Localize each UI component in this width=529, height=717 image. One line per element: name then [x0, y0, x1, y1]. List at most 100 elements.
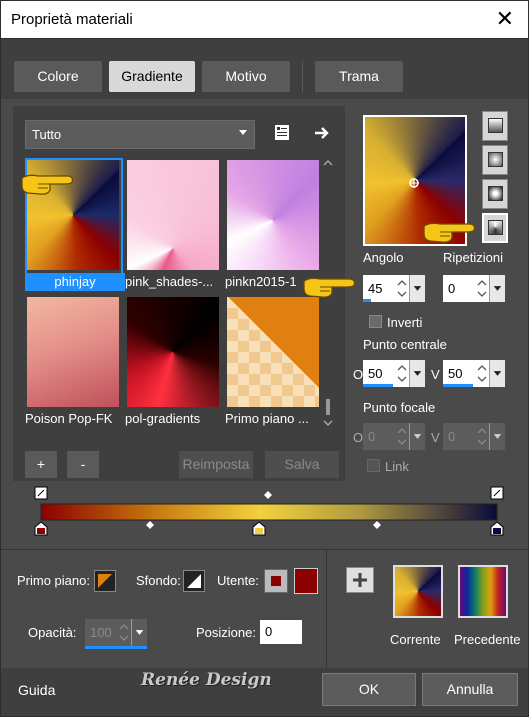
- color-midpoint-left[interactable]: [146, 521, 154, 529]
- caret-down-icon[interactable]: [131, 619, 147, 646]
- gradient-thumb-primo-piano[interactable]: Primo piano ...: [225, 295, 321, 426]
- spin-arrows-icon[interactable]: [475, 423, 489, 450]
- pointing-hand-icon: [423, 222, 476, 243]
- color-midpoint-right[interactable]: [373, 521, 381, 529]
- gradient-preview: [227, 160, 319, 270]
- invert-label: Inverti: [387, 315, 423, 330]
- opacity-value: 100: [90, 625, 112, 640]
- gradient-thumb-poison-pop[interactable]: Poison Pop-FK: [25, 295, 121, 426]
- tab-colore[interactable]: Colore: [14, 61, 102, 92]
- previous-gradient-swatch[interactable]: [458, 565, 508, 618]
- spin-arrows-icon[interactable]: [395, 423, 409, 450]
- user-color-button[interactable]: [264, 569, 288, 593]
- category-dropdown[interactable]: Tutto: [25, 120, 255, 149]
- linear-style-button[interactable]: [482, 111, 508, 141]
- tab-gradiente[interactable]: Gradiente: [109, 61, 195, 92]
- thumb-label: pink_shades-...: [125, 274, 214, 289]
- color-stop-navy[interactable]: [490, 521, 504, 536]
- caret-down-icon[interactable]: [489, 275, 505, 302]
- ok-button[interactable]: OK: [322, 673, 416, 706]
- help-link[interactable]: Guida: [18, 682, 55, 698]
- center-h-spinner[interactable]: 50: [363, 360, 425, 387]
- position-label: Posizione:: [196, 625, 256, 640]
- chevron-down-icon: [239, 130, 247, 135]
- current-gradient-swatch[interactable]: [393, 565, 443, 618]
- cancel-button[interactable]: Annulla: [422, 673, 518, 706]
- thumb-label: pol-gradients: [125, 411, 201, 426]
- color-stop-gold[interactable]: [252, 521, 266, 536]
- position-input[interactable]: 0: [260, 620, 302, 644]
- center-v-spinner[interactable]: 50: [443, 360, 505, 387]
- background-swatch[interactable]: [183, 570, 205, 592]
- link-label: Link: [385, 459, 409, 474]
- save-button[interactable]: Salva: [265, 451, 339, 478]
- spin-arrows-icon[interactable]: [475, 360, 489, 387]
- caret-down-icon[interactable]: [409, 423, 425, 450]
- background-label: Sfondo:: [136, 573, 181, 588]
- tab-trama[interactable]: Trama: [315, 61, 403, 92]
- gradient-preview: [27, 297, 119, 407]
- gradient-thumb-pol-gradients[interactable]: pol-gradients: [125, 295, 221, 426]
- position-value: 0: [265, 624, 273, 639]
- title-bar: Proprietà materiali ✕: [0, 0, 529, 38]
- divider: [326, 550, 327, 668]
- arrow-right-icon[interactable]: [312, 123, 332, 143]
- caret-down-icon[interactable]: [409, 275, 425, 302]
- foreground-swatch[interactable]: [94, 570, 116, 592]
- gradient-preview: [227, 297, 319, 407]
- transparency-stop-left[interactable]: [34, 486, 48, 500]
- close-icon[interactable]: ✕: [496, 7, 514, 32]
- caret-down-icon[interactable]: [489, 360, 505, 387]
- invert-checkbox[interactable]: [369, 315, 382, 328]
- gradient-thumb-pink-shades[interactable]: pink_shades-...: [125, 158, 221, 289]
- spin-arrows-icon[interactable]: [395, 360, 409, 387]
- tab-divider: [302, 61, 303, 92]
- center-point-label: Punto centrale: [363, 337, 447, 352]
- gradient-thumb-pinkn2015[interactable]: pinkn2015-1: [225, 158, 321, 289]
- add-gradient-button[interactable]: +: [25, 451, 57, 478]
- spin-arrows-icon[interactable]: [117, 619, 131, 646]
- remove-gradient-button[interactable]: -: [67, 451, 99, 478]
- focal-v-axis-label: V: [431, 430, 440, 445]
- opacity-spinner[interactable]: 100: [85, 619, 147, 649]
- thumb-label: phinjay: [25, 273, 125, 291]
- focal-v-spinner[interactable]: 0: [443, 423, 505, 450]
- gradient-preview: [127, 160, 219, 270]
- focal-point-label: Punto focale: [363, 400, 436, 415]
- user-label: Utente:: [217, 573, 259, 588]
- caret-down-icon[interactable]: [409, 360, 425, 387]
- center-h-level-bar: [363, 384, 393, 387]
- radial-style-button[interactable]: [482, 179, 508, 209]
- color-stop-red[interactable]: [34, 521, 48, 536]
- center-h-value: 50: [368, 366, 383, 381]
- rectangular-style-button[interactable]: [482, 145, 508, 175]
- link-checkbox[interactable]: [367, 459, 380, 472]
- reset-button[interactable]: Reimposta: [179, 451, 253, 478]
- tab-bar: Colore Gradiente Motivo Trama: [1, 39, 528, 99]
- angle-spinner[interactable]: 45: [363, 275, 425, 302]
- radial-gradient-icon: [488, 186, 503, 201]
- repeat-value: 0: [448, 281, 456, 296]
- add-to-library-button[interactable]: [346, 567, 374, 593]
- center-point-handle[interactable]: [408, 177, 420, 189]
- transparency-midpoint[interactable]: [264, 491, 272, 499]
- focal-h-spinner[interactable]: 0: [363, 423, 425, 450]
- pointing-hand-icon: [21, 174, 74, 195]
- user-color-swatch[interactable]: [294, 568, 318, 594]
- transparency-stop-right[interactable]: [490, 486, 504, 500]
- angle-level-bar: [363, 299, 371, 302]
- repeat-spinner[interactable]: 0: [443, 275, 505, 302]
- sunburst-style-button[interactable]: [482, 213, 508, 243]
- gradient-preview: [127, 297, 219, 407]
- library-view-icon[interactable]: [272, 123, 292, 143]
- focal-v-value: 0: [448, 429, 456, 444]
- foreground-label: Primo piano:: [17, 573, 90, 588]
- gradient-ramp-editor[interactable]: [29, 483, 509, 541]
- center-v-axis-label: V: [431, 367, 440, 382]
- spin-arrows-icon[interactable]: [395, 275, 409, 302]
- spin-arrows-icon[interactable]: [475, 275, 489, 302]
- sunburst-gradient-icon: [488, 220, 503, 235]
- caret-down-icon[interactable]: [489, 423, 505, 450]
- tab-motivo[interactable]: Motivo: [202, 61, 290, 92]
- linear-gradient-icon: [488, 118, 503, 133]
